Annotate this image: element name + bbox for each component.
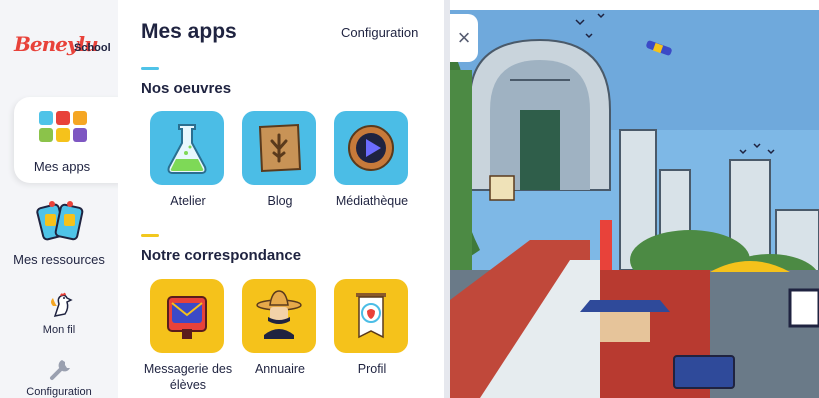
profile-banner-icon	[334, 279, 408, 353]
app-name: Blog	[267, 194, 293, 208]
rooster-icon	[51, 292, 73, 317]
logo-subtext: School	[74, 42, 111, 54]
left-navigation: Beneylu School Mes apps Mes ressources M…	[0, 0, 124, 398]
nav-item-mon-fil[interactable]: Mon fil	[0, 288, 118, 342]
wrench-icon	[50, 360, 70, 380]
school-illustration	[450, 10, 819, 398]
nav-label-resources: Mes ressources	[13, 252, 105, 267]
configuration-link[interactable]: Configuration	[341, 25, 418, 40]
nav-item-mes-ressources[interactable]: Mes ressources	[0, 196, 118, 272]
section-accent-bar	[141, 234, 159, 237]
apps-panel: Mes apps Configuration Nos oeuvres Ateli…	[118, 0, 444, 398]
section-title-notre-correspondance: Notre correspondance	[141, 247, 302, 264]
nav-item-configuration[interactable]: Configuration	[0, 352, 118, 398]
section-accent-bar	[141, 67, 159, 70]
resources-cards-icon	[36, 201, 84, 241]
app-name: Messagerie des élèves	[143, 362, 233, 392]
app-name: Médiathèque	[335, 194, 409, 208]
page-title: Mes apps	[141, 20, 237, 43]
sombrero-character-icon	[242, 279, 316, 353]
beneylu-school-logo[interactable]: Beneylu School	[14, 28, 111, 68]
parchment-icon	[242, 111, 316, 185]
app-name: Profil	[357, 362, 387, 376]
app-name: Atelier	[170, 194, 206, 208]
apps-grid-icon	[39, 111, 87, 143]
close-icon: ×	[457, 25, 471, 50]
flask-icon	[150, 111, 224, 185]
nav-item-mes-apps[interactable]: Mes apps	[14, 97, 124, 183]
app-name: Annuaire	[254, 362, 306, 376]
mailbox-icon	[150, 279, 224, 353]
nav-label-apps: Mes apps	[33, 159, 91, 174]
close-panel-button[interactable]: ×	[450, 14, 478, 62]
nav-label-feed: Mon fil	[42, 324, 76, 336]
play-icon	[334, 111, 408, 185]
nav-label-configuration: Configuration	[26, 386, 92, 398]
section-title-nos-oeuvres: Nos oeuvres	[141, 80, 232, 97]
